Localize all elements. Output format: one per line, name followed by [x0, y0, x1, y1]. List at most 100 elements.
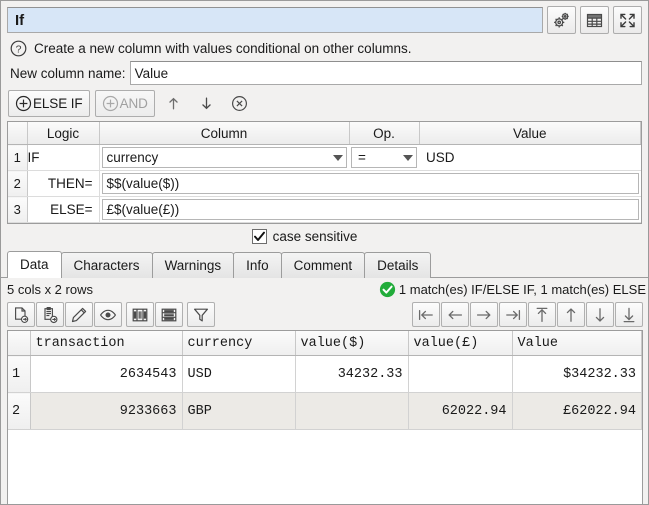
table-row[interactable]: 2 9233663 GBP 62022.94 £62022.94 — [8, 393, 642, 430]
tab-warnings[interactable]: Warnings — [152, 252, 235, 278]
cell-value-usd[interactable] — [295, 393, 408, 430]
logic-row-then: 2 THEN= $$(value($)) — [8, 171, 641, 197]
logic-row-number: 3 — [8, 197, 27, 223]
nav-bottom-icon[interactable] — [615, 302, 643, 327]
description-row: ? Create a new column with values condit… — [1, 38, 648, 60]
add-else-if-button[interactable]: ELSE IF — [8, 90, 90, 117]
row-header[interactable]: 2 — [8, 393, 30, 430]
tab-characters[interactable]: Characters — [61, 252, 153, 278]
nav-down-icon[interactable] — [586, 302, 614, 327]
add-else-if-label: ELSE IF — [33, 96, 83, 111]
logic-row-if: 1 IF currency = — [8, 145, 641, 171]
arrow-up-icon — [165, 95, 182, 112]
logic-op-select-cell: = — [349, 145, 419, 171]
tab-info[interactable]: Info — [233, 252, 282, 278]
close-circle-icon — [231, 95, 248, 112]
logic-row-else: 3 ELSE= £$(value(£)) — [8, 197, 641, 223]
data-grid-corner-cell[interactable] — [8, 331, 30, 356]
logic-row-keyword: THEN= — [27, 171, 99, 197]
export-file-icon[interactable] — [7, 302, 35, 327]
logic-header-column: Column — [99, 122, 349, 145]
new-column-name-label: New column name: — [10, 66, 130, 81]
column-header-transaction[interactable]: transaction — [30, 331, 182, 356]
if-transform-dialog: If — [0, 0, 649, 505]
cell-value[interactable]: £62022.94 — [512, 393, 642, 430]
status-row: 5 cols x 2 rows 1 match(es) IF/ELSE IF, … — [1, 278, 648, 301]
expand-fullscreen-icon[interactable] — [613, 6, 642, 34]
column-header-currency[interactable]: currency — [182, 331, 295, 356]
nav-up-icon[interactable] — [557, 302, 585, 327]
logic-then-expression-cell: $$(value($)) — [99, 171, 641, 197]
case-sensitive-row: case sensitive — [0, 224, 648, 250]
match-status-text: 1 match(es) IF/ELSE IF, 1 match(es) ELSE — [399, 282, 646, 297]
cell-transaction[interactable]: 2634543 — [30, 356, 182, 393]
case-sensitive-checkbox[interactable] — [252, 229, 267, 244]
logic-op-select[interactable]: = — [351, 147, 417, 168]
logic-row-number: 1 — [8, 145, 27, 171]
tab-details[interactable]: Details — [364, 252, 431, 278]
remove-condition-button[interactable] — [226, 90, 254, 117]
logic-table: Logic Column Op. Value 1 IF currency — [7, 121, 642, 224]
table-row[interactable]: 1 2634543 USD 34232.33 $34232.33 — [8, 356, 642, 393]
move-up-button[interactable] — [160, 90, 188, 117]
logic-header-logic: Logic — [27, 122, 99, 145]
cell-value-gbp[interactable]: 62022.94 — [408, 393, 512, 430]
settings-gears-icon[interactable] — [547, 6, 576, 34]
logic-table-header-row: Logic Column Op. Value — [8, 122, 641, 145]
cell-value[interactable]: $34232.33 — [512, 356, 642, 393]
plus-circle-icon — [15, 95, 32, 112]
result-tabs: Data Characters Warnings Info Comment De… — [1, 250, 648, 278]
data-grid-header-row: transaction currency value($) value(£) V… — [8, 331, 642, 356]
nav-first-icon[interactable] — [412, 302, 440, 327]
logic-then-expression-input[interactable]: $$(value($)) — [102, 173, 639, 194]
edit-pencil-icon[interactable] — [65, 302, 93, 327]
tab-comment[interactable]: Comment — [281, 252, 366, 278]
logic-else-expression-cell: £$(value(£)) — [99, 197, 641, 223]
copy-clipboard-icon[interactable] — [36, 302, 64, 327]
new-column-name-input[interactable]: Value — [130, 61, 642, 85]
logic-column-select-cell: currency — [99, 145, 349, 171]
nav-last-icon[interactable] — [499, 302, 527, 327]
cell-value-gbp[interactable] — [408, 356, 512, 393]
nav-prev-icon[interactable] — [441, 302, 469, 327]
match-status: 1 match(es) IF/ELSE IF, 1 match(es) ELSE — [379, 281, 646, 298]
preview-eye-icon[interactable] — [94, 302, 122, 327]
checkmark-icon — [253, 230, 266, 243]
logic-column-value: currency — [107, 147, 159, 168]
logic-else-expression-input[interactable]: £$(value(£)) — [102, 199, 639, 220]
cell-transaction[interactable]: 9233663 — [30, 393, 182, 430]
grid-navigation-group — [412, 302, 648, 327]
table-grid-icon[interactable] — [580, 6, 609, 34]
logic-row-number: 2 — [8, 171, 27, 197]
data-grid: transaction currency value($) value(£) V… — [7, 330, 643, 504]
nav-top-icon[interactable] — [528, 302, 556, 327]
row-header[interactable]: 1 — [8, 356, 30, 393]
column-header-value-gbp[interactable]: value(£) — [408, 331, 512, 356]
logic-column-select[interactable]: currency — [102, 147, 348, 168]
filter-funnel-icon[interactable] — [187, 302, 215, 327]
logic-op-value: = — [358, 147, 366, 168]
column-header-value[interactable]: Value — [512, 331, 642, 356]
add-and-button[interactable]: AND — [95, 90, 155, 117]
column-layout-icon[interactable] — [126, 302, 154, 327]
row-layout-icon[interactable] — [155, 302, 183, 327]
logic-value-cell: USD — [419, 145, 641, 171]
title-bar: If — [1, 1, 648, 38]
logic-row-keyword: ELSE= — [27, 197, 99, 223]
cell-value-usd[interactable]: 34232.33 — [295, 356, 408, 393]
move-down-button[interactable] — [193, 90, 221, 117]
help-question-icon[interactable]: ? — [10, 40, 27, 57]
logic-header-value: Value — [419, 122, 641, 145]
chevron-down-icon — [403, 155, 413, 161]
column-header-value-usd[interactable]: value($) — [295, 331, 408, 356]
success-check-icon — [379, 281, 396, 298]
tab-data[interactable]: Data — [7, 251, 62, 278]
chevron-down-icon — [333, 155, 343, 161]
case-sensitive-label: case sensitive — [273, 229, 358, 244]
nav-next-icon[interactable] — [470, 302, 498, 327]
cell-currency[interactable]: GBP — [182, 393, 295, 430]
add-and-label: AND — [120, 96, 148, 111]
logic-value-input[interactable]: USD — [421, 147, 639, 168]
transform-title-input[interactable]: If — [7, 7, 543, 33]
cell-currency[interactable]: USD — [182, 356, 295, 393]
